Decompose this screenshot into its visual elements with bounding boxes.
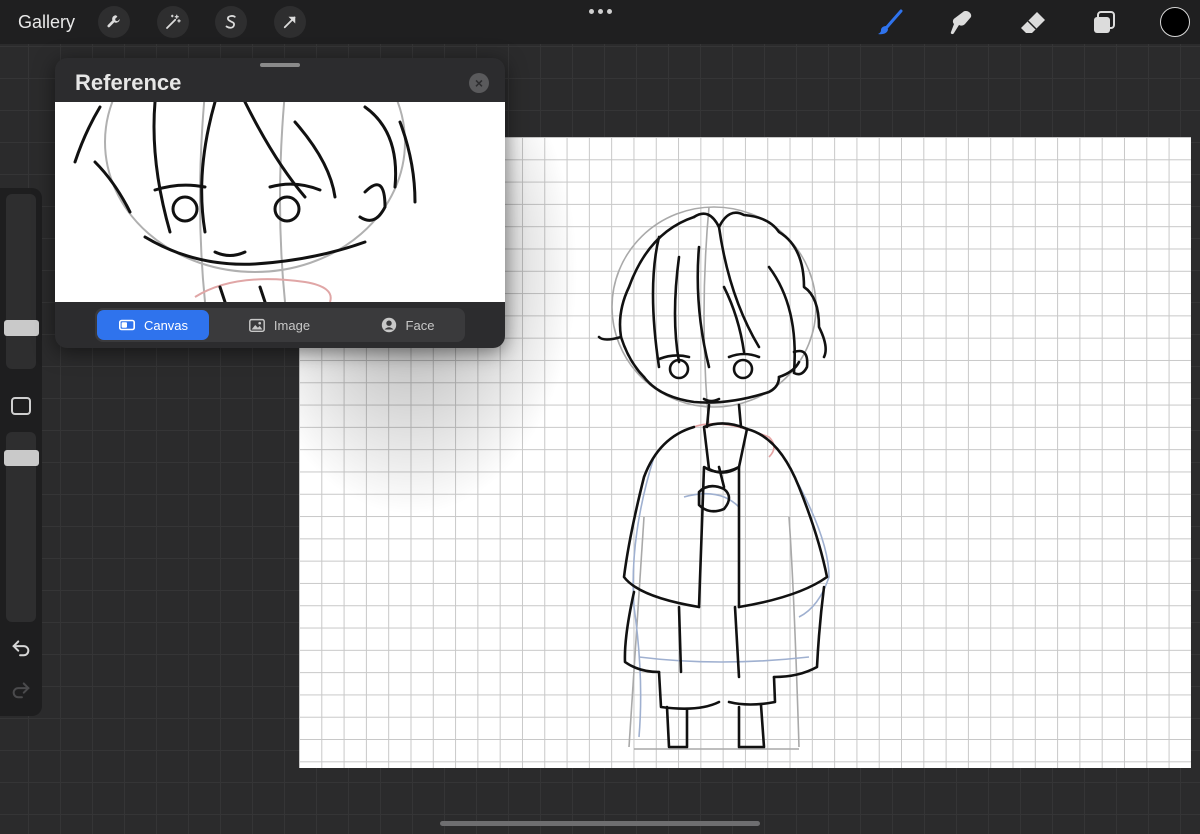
- canvas-toggle-icon: [118, 319, 135, 331]
- magic-wand-icon[interactable]: [157, 6, 189, 38]
- home-indicator[interactable]: [440, 821, 760, 826]
- close-icon[interactable]: ×: [469, 73, 489, 93]
- reference-zoomed-sketch: [73, 102, 417, 302]
- tab-face[interactable]: Face: [351, 310, 463, 340]
- tab-canvas-label: Canvas: [143, 317, 189, 333]
- transform-arrow-icon[interactable]: [274, 6, 306, 38]
- panel-drag-handle[interactable]: [260, 63, 300, 67]
- brush-icon[interactable]: [873, 6, 907, 40]
- selection-s-icon[interactable]: [215, 6, 247, 38]
- reference-mode-tabs: Canvas Image Face: [95, 308, 465, 342]
- gallery-button[interactable]: Gallery: [18, 12, 75, 33]
- reference-panel: Reference × Canvas Image Face: [55, 58, 505, 348]
- opacity-knob[interactable]: [4, 450, 39, 466]
- reference-preview[interactable]: [55, 102, 505, 302]
- smudge-icon[interactable]: [944, 6, 978, 40]
- tab-face-label: Face: [405, 317, 435, 333]
- reference-title: Reference: [75, 70, 182, 95]
- wrench-icon[interactable]: [98, 6, 130, 38]
- left-sidebar: [0, 188, 42, 716]
- layers-icon[interactable]: [1087, 6, 1121, 40]
- undo-icon[interactable]: [10, 636, 32, 658]
- person-icon: [381, 317, 396, 333]
- redo-icon[interactable]: [10, 678, 32, 700]
- tab-image[interactable]: Image: [223, 310, 335, 340]
- brush-size-knob[interactable]: [4, 320, 39, 336]
- tab-canvas[interactable]: Canvas: [97, 310, 209, 340]
- eraser-icon[interactable]: [1016, 6, 1050, 40]
- color-picker-button[interactable]: [1160, 7, 1190, 37]
- tab-image-label: Image: [273, 317, 311, 333]
- brush-size-slider[interactable]: [6, 194, 36, 369]
- top-toolbar: Gallery: [0, 0, 1200, 44]
- image-icon: [249, 318, 265, 333]
- modify-square-icon[interactable]: [11, 397, 31, 415]
- more-options-icon[interactable]: [589, 9, 613, 17]
